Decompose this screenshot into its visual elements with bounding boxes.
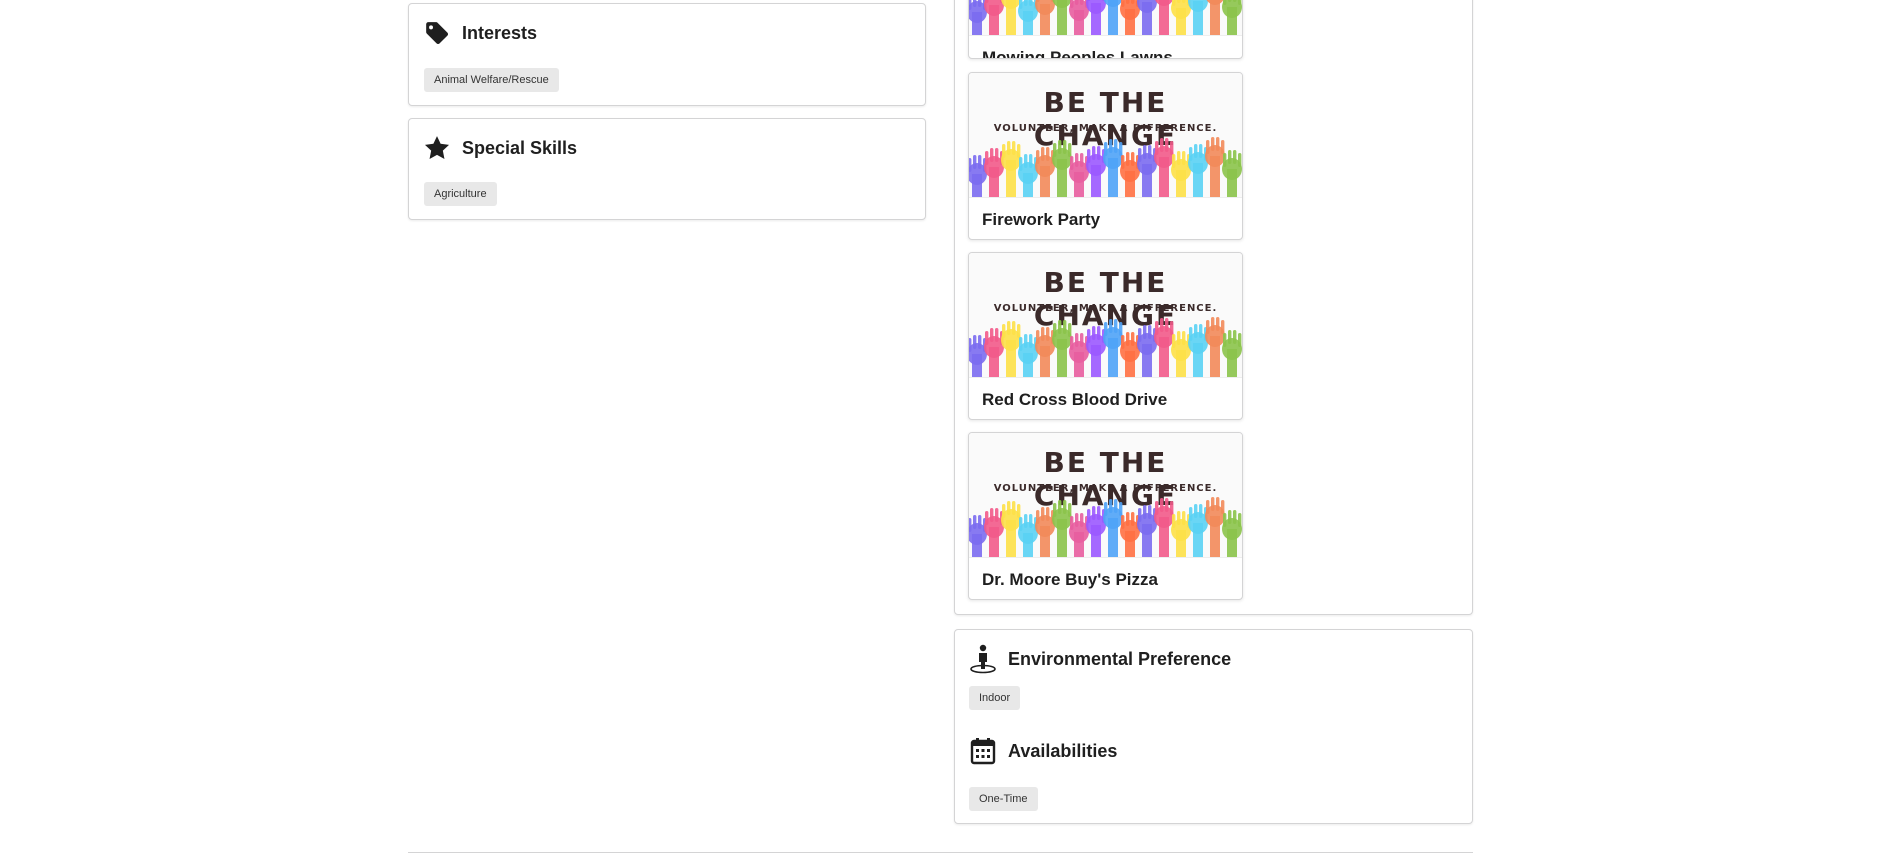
hand-shape [1086,146,1106,197]
hand-shape [1188,0,1208,35]
hand-shape [1222,0,1242,35]
hand-shape [984,148,1004,197]
hand-shape [1103,319,1123,377]
environmental-preference-title: Environmental Preference [1008,648,1232,669]
interests-card: Interests Animal Welfare/Rescue [408,3,926,106]
hand-shape [1103,0,1123,35]
hand-shape [1052,140,1072,197]
hand-shape [1052,320,1072,377]
hand-shape [1086,506,1106,557]
footer-divider [408,852,1473,853]
hand-shape [1018,334,1038,377]
hand-shape [1205,317,1225,377]
preferences-card: Environmental Preference Indoor Availabi… [954,629,1473,824]
special-skills-title: Special Skills [462,137,578,158]
hand-shape [1035,147,1055,197]
availabilities-title: Availabilities [1008,740,1118,761]
person-icon [968,644,998,674]
event-title: Red Cross Blood Drive [982,390,1168,409]
hand-shape [969,515,987,557]
environmental-preference-header: Environmental Preference [968,644,1231,674]
hand-shape [1154,318,1174,377]
hand-shape [1120,0,1140,35]
event-card[interactable]: BE THE CHANGE VOLUNTEER, MAKE A DIFFEREN… [968,72,1243,240]
hand-shape [969,155,987,197]
hand-shape [1155,0,1173,35]
hand-shape [1018,154,1038,197]
tag-icon [422,18,452,48]
interest-tag: Animal Welfare/Rescue [424,68,559,92]
hand-shape [1052,500,1072,557]
interests-header: Interests [422,18,537,48]
hand-shape [1103,499,1123,557]
hand-shape [1171,0,1191,35]
hand-shape [1001,501,1021,557]
hand-shape [1086,326,1106,377]
special-skills-header: Special Skills [422,133,577,163]
hand-shape [1001,321,1021,377]
hand-shape [1188,324,1208,377]
interests-title: Interests [462,22,538,43]
hand-shape [1205,497,1225,557]
hand-shape [1222,510,1242,557]
star-icon [422,133,452,163]
hand-shape [1052,0,1072,35]
hand-shape [1205,137,1225,197]
hand-shape [1222,330,1242,377]
hand-shape [984,0,1004,35]
event-title: Dr. Moore Buy's Pizza [982,570,1158,589]
hand-shape [1188,504,1208,557]
hand-shape [1069,333,1089,377]
hand-shape [1171,331,1191,377]
hands-illustration [969,0,1242,35]
hand-shape [1137,505,1157,557]
availabilities-header: Availabilities [968,736,1117,766]
hand-shape [1188,144,1208,197]
hand-shape [1035,507,1055,557]
calendar-icon [968,736,998,766]
hand-shape [1222,150,1242,197]
event-banner-image: BE THE CHANGE VOLUNTEER, MAKE A DIFFEREN… [969,73,1242,198]
hand-shape [1171,151,1191,197]
hand-shape [1120,332,1140,377]
special-skills-card: Special Skills Agriculture [408,118,926,220]
hand-shape [1001,141,1021,197]
event-title: Firework Party [982,210,1101,229]
hands-illustration [969,137,1242,197]
hand-shape [1018,0,1038,35]
hand-shape [1137,145,1157,197]
event-banner-image: BE THE CHANGE VOLUNTEER, MAKE A DIFFEREN… [969,433,1242,558]
hand-shape [1137,0,1157,35]
environment-tag: Indoor [969,686,1021,710]
skill-tag: Agriculture [424,182,497,206]
hand-shape [1069,153,1089,197]
hand-shape [984,328,1004,377]
hand-shape [969,335,987,377]
hand-shape [1069,513,1089,557]
hand-shape [1001,0,1021,35]
hands-illustration [969,317,1242,377]
hand-shape [1154,498,1174,557]
hand-shape [1206,0,1224,35]
event-card[interactable]: BE THE CHANGE VOLUNTEER, MAKE A DIFFEREN… [968,252,1243,420]
hand-shape [1035,0,1055,35]
hand-shape [984,508,1004,557]
event-card[interactable]: BE THE CHANGE VOLUNTEER, MAKE A DIFFEREN… [968,432,1243,600]
hand-shape [1103,139,1123,197]
event-banner-image: BE THE CHANGE VOLUNTEER, MAKE A DIFFEREN… [969,253,1242,378]
hand-shape [1120,152,1140,197]
hand-shape [1171,511,1191,557]
event-banner-image [969,0,1242,36]
event-title: Mowing Peoples Lawns [982,48,1173,59]
hand-shape [1120,512,1140,557]
hand-shape [1086,0,1106,35]
hand-shape [1137,325,1157,377]
event-card[interactable]: Mowing Peoples Lawns [968,0,1243,59]
availability-tag: One-Time [969,787,1038,811]
hand-shape [1154,138,1174,197]
hand-shape [1035,327,1055,377]
hand-shape [1069,0,1089,35]
hands-illustration [969,497,1242,557]
hand-shape [1018,514,1038,557]
